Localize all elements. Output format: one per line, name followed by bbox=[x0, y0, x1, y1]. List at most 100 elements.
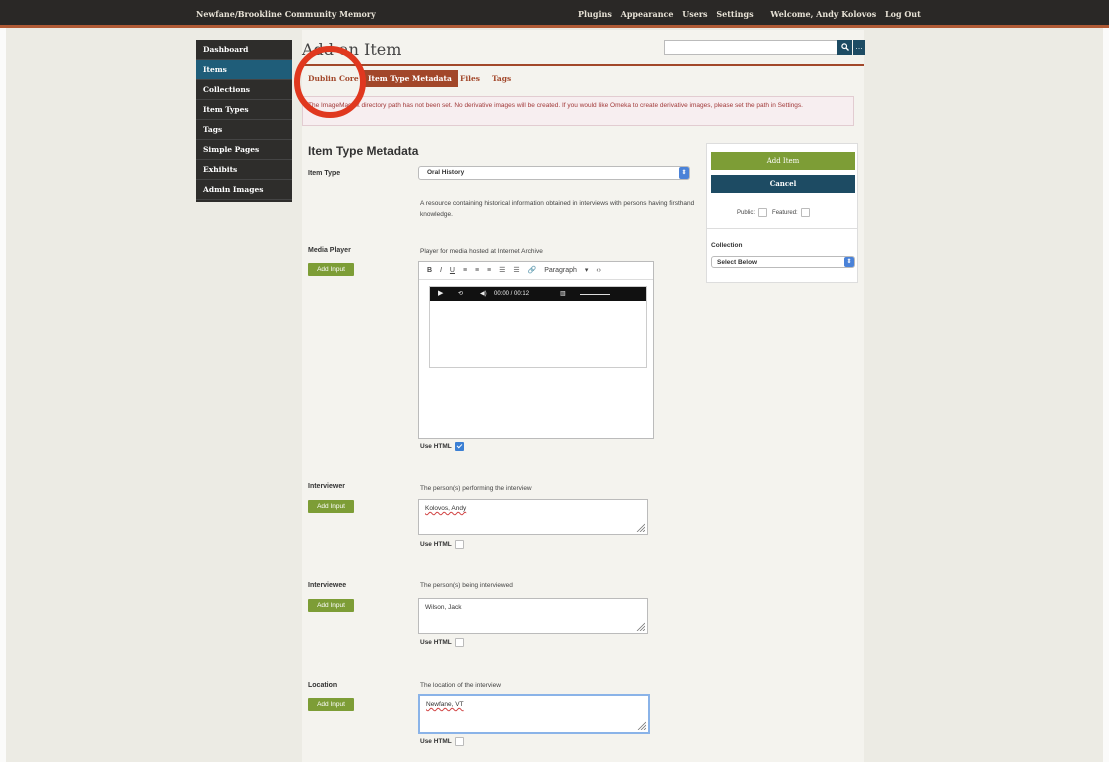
add-input-button-interviewer[interactable]: Add Input bbox=[308, 500, 354, 513]
add-input-button-media-player[interactable]: Add Input bbox=[308, 263, 354, 276]
volume-icon[interactable]: ◀) bbox=[480, 287, 487, 301]
right-edge bbox=[1103, 28, 1109, 762]
collection-label: Collection bbox=[711, 242, 743, 249]
tab-files[interactable]: Files bbox=[454, 70, 486, 87]
sidebar-item-tags[interactable]: Tags bbox=[196, 120, 292, 140]
use-html-label: Use HTML bbox=[420, 639, 452, 647]
search-input[interactable] bbox=[664, 40, 838, 55]
loop-icon[interactable]: ⟲ bbox=[458, 287, 463, 301]
underline-button[interactable]: U bbox=[450, 267, 455, 274]
use-html-checkbox-location[interactable] bbox=[454, 737, 464, 746]
bullet-list-icon[interactable]: ☰ bbox=[499, 267, 505, 274]
main-content: Add an Item … Dublin Core Item Type Meta… bbox=[302, 30, 865, 762]
media-player-description: Player for media hosted at Internet Arch… bbox=[420, 248, 543, 255]
ellipsis-icon: … bbox=[855, 42, 863, 51]
add-input-button-location[interactable]: Add Input bbox=[308, 698, 354, 711]
logout-link[interactable]: Log Out bbox=[885, 9, 921, 19]
use-html-checkbox-interviewer[interactable] bbox=[454, 540, 464, 549]
paragraph-format-select[interactable]: Paragraph bbox=[544, 267, 577, 274]
chevron-down-icon[interactable]: ▾ bbox=[585, 267, 589, 274]
add-item-button[interactable]: Add Item bbox=[711, 152, 855, 170]
nav-appearance[interactable]: Appearance bbox=[621, 9, 674, 19]
nav-users[interactable]: Users bbox=[682, 9, 707, 19]
featured-label: Featured: bbox=[772, 210, 798, 217]
sidebar-item-admin-images[interactable]: Admin Images bbox=[196, 180, 292, 200]
search-button[interactable] bbox=[837, 40, 852, 55]
sidebar-item-collections[interactable]: Collections bbox=[196, 80, 292, 100]
resize-handle-icon[interactable] bbox=[636, 720, 646, 730]
left-edge bbox=[0, 28, 6, 762]
annotation-circle bbox=[294, 46, 366, 118]
interviewer-value: Kolovos, Andy bbox=[425, 505, 467, 512]
welcome-user[interactable]: Welcome, Andy Kolovos bbox=[770, 9, 876, 19]
top-bar: Newfane/Brookline Community Memory Plugi… bbox=[0, 0, 1109, 28]
select-arrows-icon: ⇕ bbox=[844, 257, 854, 267]
section-title: Item Type Metadata bbox=[308, 144, 419, 158]
interviewer-label: Interviewer bbox=[308, 483, 345, 490]
interviewer-textarea[interactable]: Kolovos, Andy bbox=[418, 499, 648, 535]
search-icon bbox=[840, 43, 849, 51]
align-right-icon[interactable]: ≡ bbox=[487, 267, 491, 274]
use-html-label: Use HTML bbox=[420, 738, 452, 746]
embedded-player-frame: ▶ ⟲ ◀) 00:00 / 00:12 ▥ bbox=[429, 286, 647, 368]
item-type-label: Item Type bbox=[308, 170, 341, 177]
sidebar-item-exhibits[interactable]: Exhibits bbox=[196, 160, 292, 180]
italic-button[interactable]: I bbox=[440, 267, 442, 274]
cancel-button[interactable]: Cancel bbox=[711, 175, 855, 193]
use-html-checkbox-interviewee[interactable] bbox=[454, 638, 464, 647]
sidebar-item-dashboard[interactable]: Dashboard bbox=[196, 40, 292, 60]
resize-handle-icon[interactable] bbox=[635, 522, 645, 532]
interviewee-textarea[interactable]: Wilson, Jack bbox=[418, 598, 648, 634]
collection-value: Select Below bbox=[717, 259, 758, 266]
nav-settings[interactable]: Settings bbox=[716, 9, 753, 19]
media-player-label: Media Player bbox=[308, 247, 351, 254]
flash-message: The ImageMagick directory path has not b… bbox=[302, 96, 854, 126]
code-view-icon[interactable]: ‹› bbox=[596, 267, 601, 274]
use-html-location: Use HTML bbox=[420, 737, 464, 746]
sidebar: Dashboard Items Collections Item Types T… bbox=[196, 40, 292, 202]
use-html-interviewer: Use HTML bbox=[420, 540, 464, 549]
location-description: The location of the interview bbox=[420, 682, 501, 689]
tab-tags[interactable]: Tags bbox=[486, 70, 517, 87]
use-html-label: Use HTML bbox=[420, 443, 452, 451]
tab-bar-line bbox=[302, 64, 864, 66]
use-html-checkbox-media-player[interactable] bbox=[454, 442, 464, 451]
rich-text-editor[interactable]: B I U ≡ ≡ ≡ ☰ ☰ 🔗 Paragraph ▾ ‹› ▶ ⟲ ◀) … bbox=[418, 261, 654, 439]
item-type-select[interactable]: Oral History ⇕ bbox=[418, 166, 690, 180]
location-label: Location bbox=[308, 682, 338, 689]
use-html-media-player: Use HTML bbox=[420, 442, 464, 451]
site-title[interactable]: Newfane/Brookline Community Memory bbox=[196, 9, 376, 19]
topbar-accent-line bbox=[0, 25, 1109, 28]
tab-item-type-metadata[interactable]: Item Type Metadata bbox=[362, 70, 458, 87]
public-label: Public: bbox=[737, 210, 756, 217]
numbered-list-icon[interactable]: ☰ bbox=[513, 267, 519, 274]
collection-select[interactable]: Select Below ⇕ bbox=[711, 256, 855, 268]
play-icon[interactable]: ▶ bbox=[438, 287, 443, 301]
sidebar-item-items[interactable]: Items bbox=[196, 60, 292, 80]
player-time: 00:00 / 00:12 bbox=[494, 291, 530, 297]
bold-button[interactable]: B bbox=[427, 267, 432, 274]
link-icon[interactable]: 🔗 bbox=[528, 267, 537, 274]
advanced-search-button[interactable]: … bbox=[853, 40, 865, 55]
align-center-icon[interactable]: ≡ bbox=[475, 267, 479, 274]
featured-checkbox[interactable] bbox=[800, 208, 810, 217]
use-html-interviewee: Use HTML bbox=[420, 638, 464, 647]
progress-bar[interactable] bbox=[580, 294, 610, 295]
nav-plugins[interactable]: Plugins bbox=[578, 9, 612, 19]
editor-toolbar: B I U ≡ ≡ ≡ ☰ ☰ 🔗 Paragraph ▾ ‹› bbox=[419, 262, 653, 280]
top-nav: Plugins Appearance Users Settings Welcom… bbox=[578, 9, 927, 19]
location-textarea[interactable]: Newfane, VT bbox=[418, 694, 650, 734]
item-type-description: A resource containing historical informa… bbox=[420, 200, 695, 218]
item-type-value: Oral History bbox=[427, 169, 465, 176]
public-checkbox[interactable] bbox=[758, 208, 768, 217]
trash-icon[interactable]: ▥ bbox=[560, 287, 566, 301]
add-input-button-interviewee[interactable]: Add Input bbox=[308, 599, 354, 612]
sidebar-item-simple-pages[interactable]: Simple Pages bbox=[196, 140, 292, 160]
item-flags: Public: Featured: bbox=[737, 208, 810, 217]
sidebar-item-item-types[interactable]: Item Types bbox=[196, 100, 292, 120]
align-left-icon[interactable]: ≡ bbox=[463, 267, 467, 274]
location-value: Newfane, VT bbox=[426, 701, 464, 708]
panel-divider bbox=[707, 228, 857, 229]
resize-handle-icon[interactable] bbox=[635, 621, 645, 631]
interviewee-label: Interviewee bbox=[308, 582, 347, 589]
